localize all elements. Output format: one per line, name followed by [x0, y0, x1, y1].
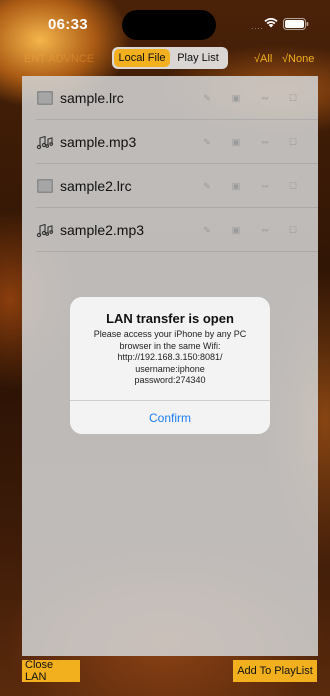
edit-icon[interactable]: ✎	[202, 225, 212, 235]
save-icon[interactable]: ▣	[231, 93, 241, 103]
link-icon[interactable]: ∾	[260, 137, 270, 147]
save-icon[interactable]: ▣	[231, 181, 241, 191]
link-icon[interactable]: ∾	[260, 181, 270, 191]
status-time: 06:33	[48, 16, 88, 33]
file-name: sample.mp3	[60, 134, 137, 150]
select-none-button[interactable]: √None	[282, 53, 314, 65]
faded-header-text: ENT ADVNCE	[24, 53, 95, 65]
list-item[interactable]: sample.mp3 ✎ ▣ ∾ ☐	[22, 120, 318, 164]
dynamic-island	[122, 10, 216, 40]
status-bar: 06:33 ....	[0, 0, 330, 44]
edit-icon[interactable]: ✎	[202, 181, 212, 191]
select-all-button[interactable]: √All	[254, 53, 272, 65]
list-item[interactable]: sample.lrc ✎ ▣ ∾ ☐	[22, 76, 318, 120]
row-divider	[36, 251, 318, 252]
edit-icon[interactable]: ✎	[202, 93, 212, 103]
battery-icon	[283, 18, 309, 30]
tab-local-file[interactable]: Local File	[114, 49, 170, 67]
close-lan-button[interactable]: Close LAN	[22, 659, 80, 683]
dialog-title: LAN transfer is open	[106, 311, 234, 326]
save-icon[interactable]: ▣	[231, 225, 241, 235]
link-icon[interactable]: ∾	[260, 93, 270, 103]
source-segmented-control: Local File Play List	[112, 47, 228, 69]
dialog-url: http://192.168.3.150:8081/	[117, 352, 223, 362]
tab-play-list[interactable]: Play List	[170, 49, 226, 67]
dialog-message-line: browser in the same Wifi:	[119, 340, 221, 351]
confirm-button[interactable]: Confirm	[70, 401, 270, 434]
checkbox-icon[interactable]: ☐	[288, 137, 298, 147]
dialog-password: password:274340	[134, 375, 206, 385]
checkbox-icon[interactable]: ☐	[288, 93, 298, 103]
file-name: sample.lrc	[60, 90, 124, 106]
dialog-username: username:iphone	[135, 363, 205, 374]
document-icon	[37, 179, 53, 193]
bottom-toolbar: Close LAN Add To PlayList	[0, 659, 330, 686]
wifi-icon	[264, 18, 278, 28]
edit-icon[interactable]: ✎	[202, 137, 212, 147]
top-toolbar: ENT ADVNCE Local File Play List √All √No…	[0, 46, 330, 72]
music-note-icon	[36, 135, 54, 150]
dialog-message: Please access your iPhone by any PC brow…	[80, 329, 260, 387]
checkbox-icon[interactable]: ☐	[288, 181, 298, 191]
document-icon	[37, 91, 53, 105]
file-name: sample2.mp3	[60, 222, 145, 238]
link-icon[interactable]: ∾	[260, 225, 270, 235]
add-to-playlist-button[interactable]: Add To PlayList	[233, 660, 317, 682]
list-item[interactable]: sample2.mp3 ✎ ▣ ∾ ☐	[22, 208, 318, 252]
dialog-message-line: Please access your iPhone by any PC	[93, 329, 247, 339]
save-icon[interactable]: ▣	[231, 137, 241, 147]
lan-transfer-dialog: LAN transfer is open Please access your …	[70, 297, 270, 434]
cellular-signal-icon: ....	[251, 22, 264, 31]
file-name: sample2.lrc	[60, 178, 132, 194]
checkbox-icon[interactable]: ☐	[288, 225, 298, 235]
list-item[interactable]: sample2.lrc ✎ ▣ ∾ ☐	[22, 164, 318, 208]
music-note-icon	[36, 223, 54, 238]
